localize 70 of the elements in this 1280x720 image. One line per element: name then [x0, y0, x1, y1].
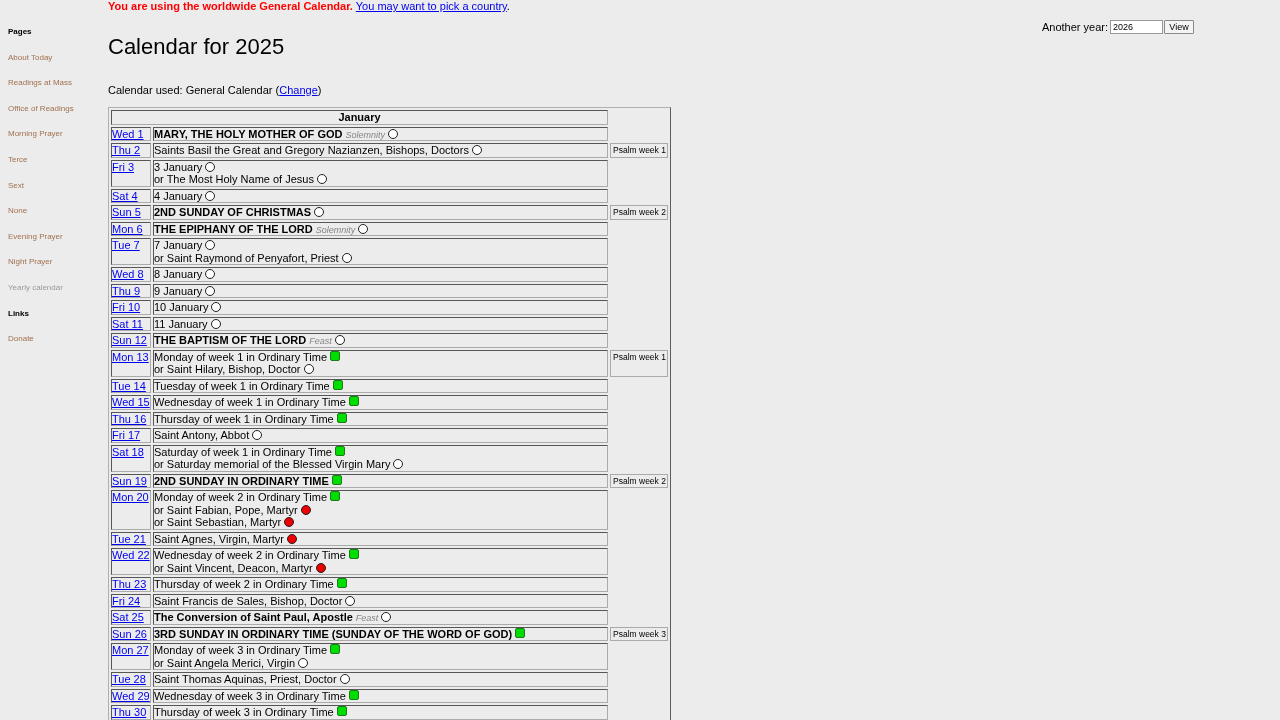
celebration-title: or Saturday memorial of the Blessed Virgin Mary [154, 458, 391, 470]
celebration-title: 11 January [154, 317, 208, 330]
sidebar-link[interactable]: About Today [8, 52, 53, 63]
sidebar-link[interactable]: Office of Readings [8, 103, 74, 114]
sidebar-heading: Links [8, 308, 29, 319]
year-label: Another year: [1041, 20, 1108, 34]
celebration-title: THE EPIPHANY OF THE LORD [154, 222, 313, 235]
celebration-title: Saturday of week 1 in Ordinary Time [154, 445, 332, 458]
celebration-title: 2ND SUNDAY IN ORDINARY TIME [154, 474, 329, 487]
celebration-title: 3 January [154, 160, 203, 173]
celebration-title: or Saint Sebastian, Martyr [154, 516, 282, 528]
celebration-title: Saints Basil the Great and Gregory Nazianzen, Bishops, Doctors [154, 144, 469, 156]
celebration-title: Saint Agnes, Virgin, Martyr [154, 532, 285, 545]
page-title: Calendar for 2025 [108, 34, 285, 59]
month-header: January [111, 110, 608, 125]
rank-label: Feast [309, 336, 332, 346]
year-input[interactable]: 2026 [1110, 20, 1163, 34]
celebration-title: 10 January [154, 301, 209, 313]
celebration-title: Saint Thomas Aquinas, Priest, Doctor [154, 673, 337, 685]
date-link[interactable]: Wed 15 [112, 396, 150, 408]
psalm-week-cell: Psalm week 3 [610, 626, 668, 641]
psalm-week-cell: Psalm week 1 [610, 349, 668, 377]
sidebar-link[interactable]: Sext [8, 180, 24, 191]
celebration-title: or Saint Raymond of Penyafort, Priest [154, 251, 339, 264]
celebration-title: Monday of week 3 in Ordinary Time [154, 644, 328, 656]
rank-label: Feast [355, 613, 379, 623]
celebration-title: or The Most Holy Name of Jesus [154, 173, 314, 185]
celebration-title: Monday of week 1 in Ordinary Time [154, 350, 328, 363]
psalm-week-cell: Psalm week 1 [610, 143, 668, 158]
sidebar-link[interactable]: Readings at Mass [8, 78, 73, 89]
celebration-title: The Conversion of Saint Paul, Apostle [154, 611, 353, 623]
celebration-title: THE BAPTISM OF THE LORD [154, 334, 307, 346]
celebration-title: Tuesday of week 1 in Ordinary Time [154, 379, 330, 392]
celebration-title: Monday of week 2 in Ordinary Time [154, 491, 328, 503]
rank-label: Solemnity [315, 224, 356, 235]
sidebar-link[interactable]: Terce [8, 154, 28, 165]
celebration-title: 4 January [154, 189, 203, 202]
rank-label: Solemnity [345, 129, 385, 140]
celebration-title: or Saint Angela Merici, Virgin [154, 656, 296, 669]
date-link[interactable]: Wed 29 [112, 689, 150, 702]
celebration-title: Saint Antony, Abbot [154, 429, 250, 441]
celebration-title: MARY, THE HOLY MOTHER OF GOD [154, 127, 343, 140]
celebration-title: Saint Francis de Sales, Bishop, Doctor [154, 594, 343, 607]
celebration-title: 9 January [154, 284, 203, 297]
sidebar-heading: Pages [8, 27, 32, 37]
view-button[interactable]: View [1164, 20, 1194, 34]
sidebar-link[interactable]: Evening Prayer [8, 231, 63, 242]
celebration-title: Wednesday of week 2 in Ordinary Time [154, 549, 346, 561]
sidebar-link[interactable]: None [8, 206, 28, 217]
celebration-title: Wednesday of week 1 in Ordinary Time [154, 396, 346, 408]
celebration-title: 2ND SUNDAY OF CHRISTMAS [154, 206, 312, 218]
celebration-title: Thursday of week 2 in Ordinary Time [154, 578, 334, 590]
psalm-week-cell: Psalm week 2 [610, 205, 668, 220]
celebration-title: or Saint Vincent, Deacon, Martyr [154, 561, 313, 574]
sidebar-link[interactable]: Donate [8, 334, 34, 345]
calendar-used-text: Calendar used: General Calendar (Change) [108, 83, 323, 97]
celebration-title: 8 January [154, 268, 203, 280]
celebration-title: 3RD SUNDAY IN ORDINARY TIME (SUNDAY OF THE WORD OF GOD) [154, 627, 513, 640]
calendar-notice: You are using the worldwide General Calendar. You may want to pick a country. [108, 0, 511, 13]
celebration-title: Wednesday of week 3 in Ordinary Time [154, 689, 346, 702]
celebration-title: Thursday of week 1 in Ordinary Time [154, 412, 334, 425]
celebration-title: 7 January [154, 239, 203, 251]
change-link[interactable]: Change [279, 83, 318, 96]
celebration-title: or Saint Hilary, Bishop, Doctor [154, 363, 301, 375]
sidebar-link[interactable]: Night Prayer [8, 257, 53, 268]
sidebar-link[interactable]: Morning Prayer [8, 129, 63, 140]
psalm-week-cell: Psalm week 2 [610, 473, 668, 488]
celebration-title: or Saint Fabian, Pope, Martyr [154, 503, 298, 516]
pick-country-link[interactable]: You may want to pick a country [355, 0, 507, 12]
celebration-title: Thursday of week 3 in Ordinary Time [154, 706, 334, 718]
